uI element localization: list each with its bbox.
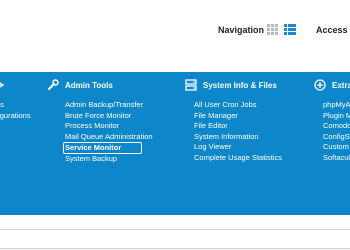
menu-item-system-backup[interactable]: System Backup	[65, 154, 153, 165]
tools-icon	[48, 79, 59, 90]
menu-item-log-viewer[interactable]: Log Viewer	[194, 142, 282, 153]
menu-item[interactable]: phpMyA	[323, 100, 350, 111]
column-partial-left: gs figurations	[0, 78, 31, 121]
column-items: phpMyA Plugin M Comodo ConfigSe Custom S…	[323, 100, 350, 164]
menu-item[interactable]: figurations	[0, 111, 31, 122]
menu-item-usage-statistics[interactable]: Complete Usage Statistics	[194, 153, 282, 164]
menu-item[interactable]: gs	[0, 100, 31, 111]
menu-item-brute-force-monitor[interactable]: Brute Force Monitor	[65, 111, 153, 122]
column-title: System Info & Files	[203, 80, 277, 90]
column-items: All User Cron Jobs File Manager File Edi…	[194, 100, 282, 164]
navigation-label: Navigation	[218, 25, 265, 35]
server-icon	[185, 79, 197, 91]
grid-view-icon[interactable]	[267, 24, 278, 35]
menu-item-cron-jobs[interactable]: All User Cron Jobs	[194, 100, 282, 111]
column-items: gs figurations	[0, 100, 31, 121]
menu-item-system-information[interactable]: System Information	[194, 132, 282, 143]
menu-item[interactable]: Custom	[323, 142, 350, 153]
plus-icon	[314, 79, 326, 91]
access-level-label: Access Le	[316, 25, 350, 35]
menu-item[interactable]: Comodo	[323, 121, 350, 132]
menu-item-file-editor[interactable]: File Editor	[194, 121, 282, 132]
arrow-right-icon	[0, 82, 5, 88]
column-items: Admin Backup/Transfer Brute Force Monito…	[63, 100, 153, 165]
column-admin-tools: Admin Tools Admin Backup/Transfer Brute …	[47, 78, 153, 165]
column-header	[0, 78, 31, 92]
column-title: Admin Tools	[65, 80, 113, 90]
list-view-icon[interactable]	[284, 24, 296, 35]
column-header: Extra	[314, 78, 350, 92]
column-title: Extra	[332, 80, 350, 90]
menu-item-service-monitor[interactable]: Service Monitor	[63, 142, 143, 155]
column-header: Admin Tools	[47, 78, 153, 92]
menu-item-process-monitor[interactable]: Process Monitor	[65, 121, 153, 132]
column-header: System Info & Files	[185, 78, 282, 92]
column-system-info: System Info & Files All User Cron Jobs F…	[185, 78, 282, 164]
menu-item[interactable]: Plugin M	[323, 111, 350, 122]
menu-item-mail-queue[interactable]: Mail Queue Administration	[65, 132, 153, 143]
bottom-input-bar[interactable]	[0, 229, 350, 249]
menu-item[interactable]: ConfigSe	[323, 132, 350, 143]
menu-item-admin-backup[interactable]: Admin Backup/Transfer	[65, 100, 153, 111]
top-bar: Navigation Access Le	[0, 0, 350, 60]
menu-item[interactable]: Softacul	[323, 153, 350, 164]
menu-item-file-manager[interactable]: File Manager	[194, 111, 282, 122]
column-extra: Extra phpMyA Plugin M Comodo ConfigSe Cu…	[314, 78, 350, 164]
